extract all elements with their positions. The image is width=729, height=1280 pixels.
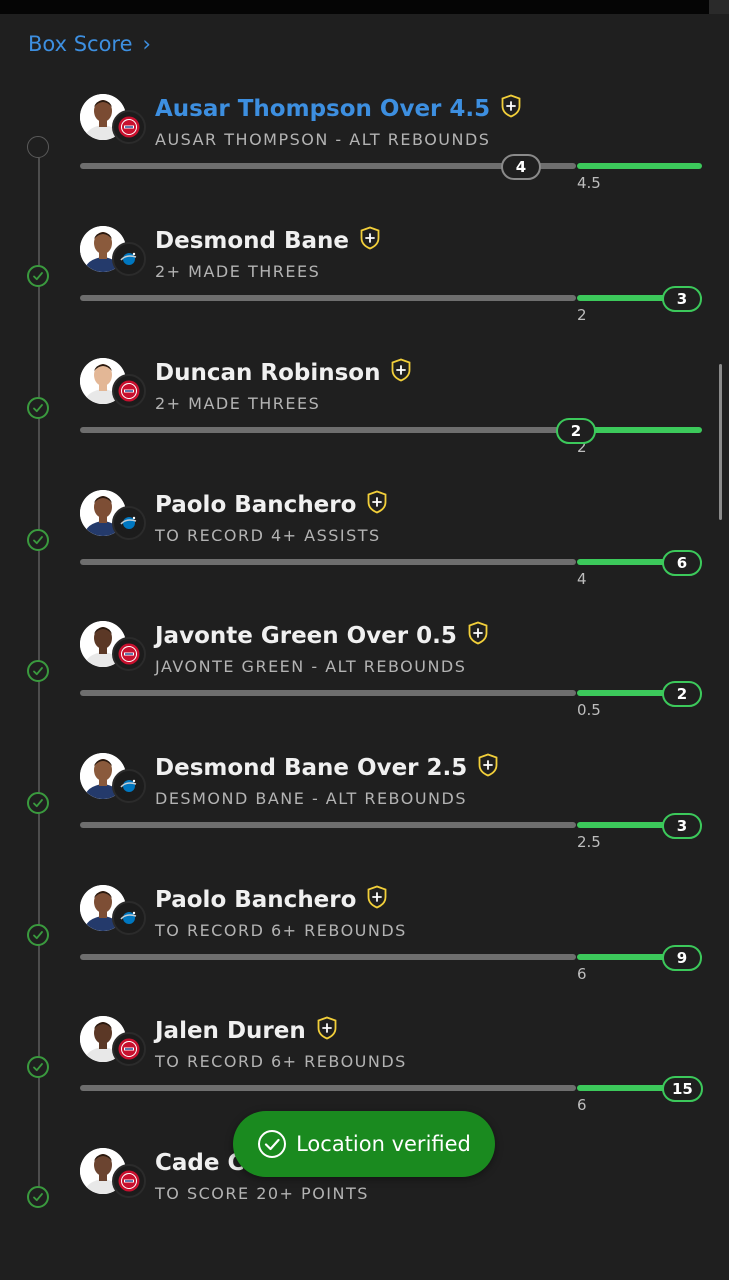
chevron-right-icon: ›: [142, 32, 151, 56]
shield-plus-icon: [500, 94, 522, 124]
shield-plus-icon: [467, 621, 489, 651]
progress-track: [80, 427, 576, 433]
line-value: 4.5: [577, 174, 601, 192]
leg-subtitle: TO SCORE 20+ POINTS: [155, 1184, 369, 1203]
leg-title-text: Paolo Banchero: [155, 887, 357, 913]
status-bar: [0, 0, 729, 14]
progress-track: [80, 822, 576, 828]
parlay-leg-row[interactable]: Paolo Banchero TO RECORD 4+ ASSISTS 4 6: [0, 490, 729, 622]
line-value: 2: [577, 306, 587, 324]
current-stat-pill: 4: [501, 154, 541, 180]
leg-title-text: Paolo Banchero: [155, 492, 357, 518]
leg-title: Desmond Bane Over 2.5: [155, 753, 499, 783]
progress-track: [80, 1085, 576, 1091]
leg-title: Desmond Bane: [155, 226, 381, 256]
leg-subtitle: AUSAR THOMPSON - ALT REBOUNDS: [155, 130, 491, 149]
parlay-leg-row[interactable]: Desmond Bane Over 2.5 DESMOND BANE - ALT …: [0, 753, 729, 885]
leg-title-text: Duncan Robinson: [155, 360, 381, 386]
leg-subtitle: TO RECORD 6+ REBOUNDS: [155, 1052, 407, 1071]
magic-logo: [112, 506, 146, 540]
current-stat-pill: 2: [662, 681, 702, 707]
current-stat-pill: 2: [556, 418, 596, 444]
magic-logo: [112, 242, 146, 276]
leg-title-text: Ausar Thompson Over 4.5: [155, 96, 491, 122]
leg-title: Paolo Banchero: [155, 490, 388, 520]
pistons-logo: [112, 374, 146, 408]
leg-title: Jalen Duren: [155, 1016, 338, 1046]
leg-title-text: Javonte Green Over 0.5: [155, 623, 457, 649]
shield-plus-icon: [366, 490, 388, 520]
leg-subtitle: JAVONTE GREEN - ALT REBOUNDS: [155, 657, 467, 676]
progress-target-bar: [577, 163, 702, 169]
line-value: 0.5: [577, 701, 601, 719]
leg-subtitle: 2+ MADE THREES: [155, 394, 321, 413]
progress-track: [80, 295, 576, 301]
leg-title-text: Jalen Duren: [155, 1018, 306, 1044]
shield-plus-icon: [316, 1016, 338, 1046]
scrollbar[interactable]: [719, 364, 722, 520]
shield-plus-icon: [390, 358, 412, 388]
box-score-label: Box Score: [28, 32, 133, 56]
line-value: 6: [577, 965, 587, 983]
shield-plus-icon: [359, 226, 381, 256]
leg-title: Paolo Banchero: [155, 885, 388, 915]
leg-subtitle: 2+ MADE THREES: [155, 262, 321, 281]
progress-track: [80, 954, 576, 960]
parlay-leg-row[interactable]: Duncan Robinson 2+ MADE THREES 2 2: [0, 358, 729, 490]
leg-title: Javonte Green Over 0.5: [155, 621, 489, 651]
line-value: 4: [577, 570, 587, 588]
status-bar-corner: [709, 0, 729, 14]
check-circle-icon: [258, 1130, 287, 1158]
toast-label: Location verified: [296, 1132, 471, 1156]
parlay-leg-row[interactable]: Ausar Thompson Over 4.5 AUSAR THOMPSON - …: [0, 94, 729, 226]
magic-logo: [112, 901, 146, 935]
pistons-logo: [112, 110, 146, 144]
location-toast: Location verified: [233, 1111, 495, 1177]
progress-track: [80, 690, 576, 696]
current-stat-pill: 6: [662, 550, 702, 576]
current-stat-pill: 9: [662, 945, 702, 971]
pistons-logo: [112, 1032, 146, 1066]
shield-plus-icon: [477, 753, 499, 783]
leg-subtitle: TO RECORD 6+ REBOUNDS: [155, 921, 407, 940]
current-stat-pill: 15: [662, 1076, 703, 1102]
parlay-leg-row[interactable]: Paolo Banchero TO RECORD 6+ REBOUNDS 6 9: [0, 885, 729, 1017]
parlay-leg-row[interactable]: Desmond Bane 2+ MADE THREES 2 3: [0, 226, 729, 358]
leg-subtitle: DESMOND BANE - ALT REBOUNDS: [155, 789, 467, 808]
pistons-logo: [112, 1164, 146, 1198]
leg-title: Duncan Robinson: [155, 358, 412, 388]
line-value: 6: [577, 1096, 587, 1114]
line-value: 2.5: [577, 833, 601, 851]
leg-title-text: Desmond Bane: [155, 228, 350, 254]
parlay-leg-row[interactable]: Javonte Green Over 0.5 JAVONTE GREEN - AL…: [0, 621, 729, 753]
shield-plus-icon: [366, 885, 388, 915]
box-score-link[interactable]: Box Score ›: [28, 32, 151, 56]
magic-logo: [112, 769, 146, 803]
current-stat-pill: 3: [662, 813, 702, 839]
pistons-logo: [112, 637, 146, 671]
leg-subtitle: TO RECORD 4+ ASSISTS: [155, 526, 381, 545]
leg-title: Ausar Thompson Over 4.5: [155, 94, 522, 124]
progress-track: [80, 559, 576, 565]
leg-title-text: Desmond Bane Over 2.5: [155, 755, 468, 781]
current-stat-pill: 3: [662, 286, 702, 312]
